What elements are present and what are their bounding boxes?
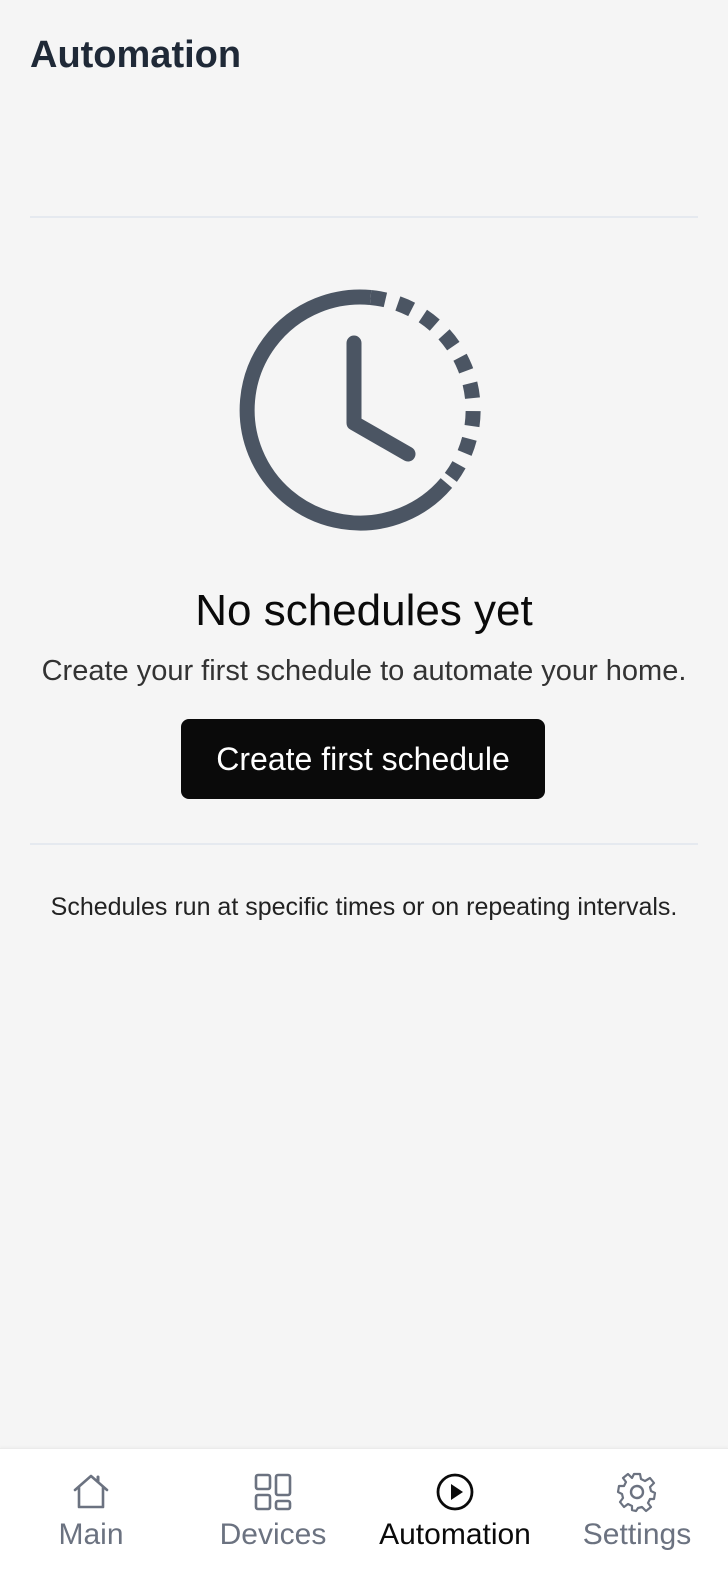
home-icon — [73, 1474, 109, 1509]
page-title: Automation — [30, 34, 242, 76]
nav-item-main[interactable]: Main — [0, 1449, 182, 1569]
nav-label-settings: Settings — [582, 1518, 692, 1551]
nav-label-automation: Automation — [379, 1518, 531, 1551]
schedules-info-text: Schedules run at specific times or on re… — [50, 893, 678, 921]
empty-state-title: No schedules yet — [195, 586, 533, 635]
clock-icon — [239, 289, 481, 531]
empty-state-description: Create your first schedule to automate y… — [41, 655, 687, 687]
section-divider — [30, 843, 698, 845]
nav-item-settings[interactable]: Settings — [546, 1449, 728, 1569]
bottom-nav: Main Devices Automation Settings — [0, 1448, 728, 1569]
grid-icon — [254, 1473, 292, 1511]
create-first-schedule-button[interactable]: Create first schedule — [181, 719, 545, 799]
nav-item-automation[interactable]: Automation — [364, 1449, 546, 1569]
play-circle-icon — [436, 1473, 474, 1511]
nav-label-devices: Devices — [219, 1518, 327, 1551]
nav-label-main: Main — [58, 1518, 124, 1551]
top-divider — [30, 216, 698, 218]
gear-icon — [616, 1472, 657, 1513]
nav-item-devices[interactable]: Devices — [182, 1449, 364, 1569]
